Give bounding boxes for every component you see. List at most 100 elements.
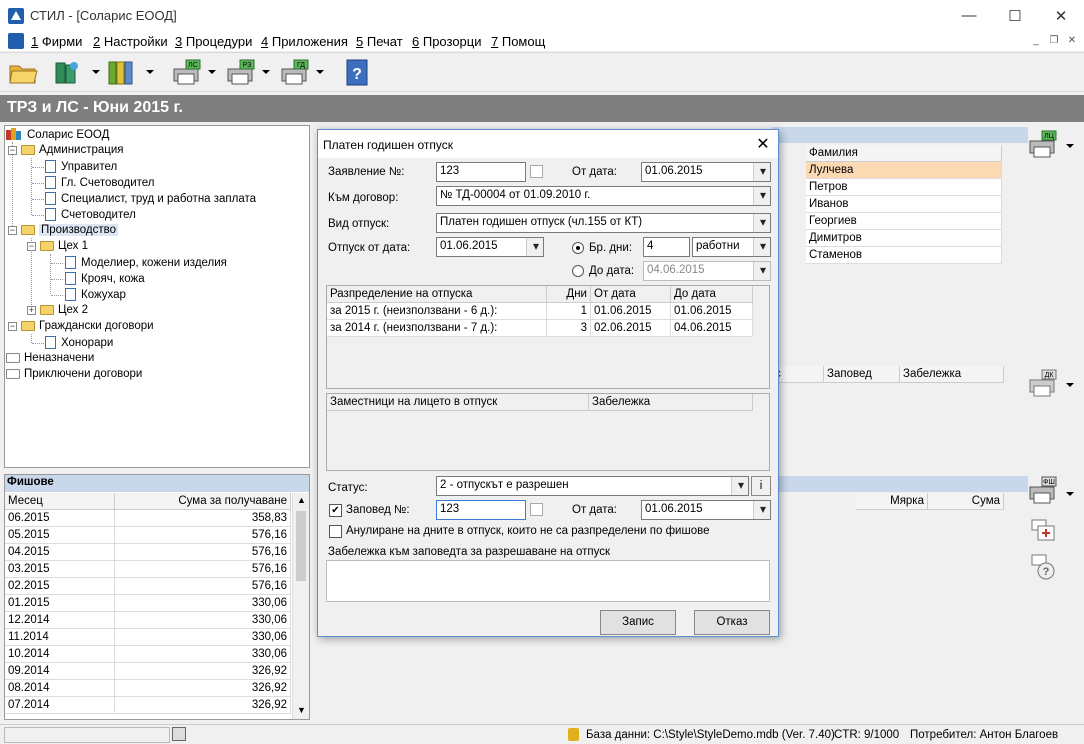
tree-node-shop-2[interactable]: + Цех 2 (27, 304, 88, 316)
application-number-field[interactable]: 123 (436, 162, 526, 182)
tree-node-accountant[interactable]: Счетоводител (45, 208, 136, 221)
mdi-app-icon[interactable] (8, 33, 24, 49)
menu-print[interactable]: 5 Печат (356, 34, 403, 49)
from-date-picker[interactable]: 01.06.2015 (641, 162, 771, 182)
print-ls-button[interactable]: ЛС (170, 57, 201, 87)
save-button[interactable]: Запис (600, 610, 676, 635)
order-number-field[interactable]: 123 (436, 500, 526, 520)
tree-node-unassigned[interactable]: Неназначени (6, 352, 94, 364)
print-dk-button[interactable]: ДК (1028, 368, 1060, 403)
print-fsh-button[interactable]: ФШ (1028, 475, 1060, 510)
column-header-lastname[interactable]: Фамилия (806, 145, 1002, 162)
payslip-month-cell[interactable]: 07.2014 (5, 697, 115, 714)
employee-lastname-cell[interactable]: Димитров (806, 230, 1002, 247)
to-date-picker[interactable]: 04.06.2015 (643, 261, 771, 281)
payslip-month-cell[interactable]: 01.2015 (5, 595, 115, 612)
menu-applications[interactable]: 4 Приложения (261, 34, 348, 49)
menu-help[interactable]: 7 Помощ (491, 34, 545, 49)
add-record-button[interactable] (1030, 518, 1058, 547)
tree-node-chief-accountant[interactable]: Гл. Счетоводител (45, 176, 155, 189)
distribution-from-cell[interactable]: 01.06.2015 (591, 303, 671, 320)
leave-type-select[interactable]: Платен годишен отпуск (чл.155 от КТ) (436, 213, 771, 233)
to-date-radio[interactable] (572, 265, 584, 277)
distribution-to-cell[interactable]: 04.06.2015 (671, 320, 753, 337)
payslip-sum-cell[interactable]: 576,16 (115, 527, 291, 544)
tree-node-fees[interactable]: Хонорари (45, 336, 113, 349)
employee-lastname-cell[interactable]: Иванов (806, 196, 1002, 213)
column-header-deputies[interactable]: Заместници на лицето в отпуск (327, 394, 589, 411)
payslip-month-cell[interactable]: 12.2014 (5, 612, 115, 629)
payslip-sum-cell[interactable]: 576,16 (115, 578, 291, 595)
chevron-down-icon[interactable] (1066, 492, 1074, 496)
tree-node-ended-contracts[interactable]: Приключени договори (6, 368, 142, 380)
chevron-down-icon[interactable] (262, 70, 270, 74)
payslip-sum-cell[interactable]: 576,16 (115, 544, 291, 561)
mdi-minimize-button[interactable]: _ (1028, 34, 1044, 48)
tree-node-civil-contracts[interactable]: − Граждански договори (8, 320, 154, 332)
status-info-button[interactable]: i (751, 476, 771, 496)
column-header-deputies-note[interactable]: Забележка (589, 394, 753, 411)
distribution-from-cell[interactable]: 02.06.2015 (591, 320, 671, 337)
minimize-button[interactable]: — (946, 0, 992, 31)
tree-node-shop-1[interactable]: − Цех 1 (27, 240, 88, 252)
distribution-period-cell[interactable]: за 2014 г. (неизползвани - 7 д.): (327, 320, 547, 337)
column-header-days[interactable]: Дни (547, 286, 591, 303)
order-aux-checkbox[interactable] (530, 503, 543, 516)
tree-node-company[interactable]: Соларис ЕООД (6, 128, 109, 141)
distribution-to-cell[interactable]: 01.06.2015 (671, 303, 753, 320)
tree-node-designer[interactable]: Моделиер, кожени изделия (65, 256, 227, 269)
days-type-select[interactable]: работни (692, 237, 771, 257)
tree-node-production[interactable]: − Производство (8, 224, 118, 236)
column-header-sum[interactable]: Сума за получаване (115, 493, 291, 510)
print-gd-button[interactable]: ГД (278, 57, 309, 87)
tree-node-manager[interactable]: Управител (45, 160, 117, 173)
order-checkbox[interactable]: ✔ (329, 504, 342, 517)
employee-lastname-cell[interactable]: Петров (806, 179, 1002, 196)
payslip-sum-cell[interactable]: 326,92 (115, 697, 291, 714)
menu-windows[interactable]: 6 Прозорци (412, 34, 482, 49)
employee-lastname-cell[interactable]: Георгиев (806, 213, 1002, 230)
dialog-close-button[interactable]: ✕ (752, 134, 774, 154)
menu-firms[interactable]: 1 Фирми (31, 34, 82, 49)
column-header-note[interactable]: Забележка (900, 366, 1004, 383)
payslip-sum-cell[interactable]: 330,06 (115, 646, 291, 663)
application-checkbox[interactable] (530, 165, 543, 178)
payslip-month-cell[interactable]: 03.2015 (5, 561, 115, 578)
distribution-days-cell[interactable]: 3 (547, 320, 591, 337)
maximize-button[interactable]: ☐ (992, 0, 1038, 31)
payslip-month-cell[interactable]: 09.2014 (5, 663, 115, 680)
status-select[interactable]: 2 - отпускът е разрешен (436, 476, 749, 496)
leave-from-date-picker[interactable]: 01.06.2015 (436, 237, 544, 257)
payslip-month-cell[interactable]: 02.2015 (5, 578, 115, 595)
chevron-down-icon[interactable] (1066, 383, 1074, 387)
close-button[interactable]: ✕ (1038, 0, 1084, 31)
column-header-pay-sum[interactable]: Сума (928, 493, 1004, 510)
help-record-button[interactable]: ? (1030, 553, 1058, 584)
chevron-down-icon[interactable] (92, 70, 100, 74)
distribution-period-cell[interactable]: за 2015 г. (неизползвани - 6 д.): (327, 303, 547, 320)
payslip-sum-cell[interactable]: 326,92 (115, 663, 291, 680)
mdi-close-button[interactable]: ✕ (1064, 34, 1080, 48)
column-header-distribution[interactable]: Разпределение на отпуска (327, 286, 547, 303)
open-folder-button[interactable] (8, 57, 38, 87)
payslip-month-cell[interactable]: 04.2015 (5, 544, 115, 561)
payslip-month-cell[interactable]: 05.2015 (5, 527, 115, 544)
column-header-dist-to[interactable]: До дата (671, 286, 753, 303)
contract-select[interactable]: № ТД-00004 от 01.09.2010 г. (436, 186, 771, 206)
payslip-sum-cell[interactable]: 330,06 (115, 612, 291, 629)
print-rz-button[interactable]: РЗ (224, 57, 255, 87)
column-header-month[interactable]: Месец (5, 493, 115, 510)
tree-node-cutter[interactable]: Крояч, кожа (65, 272, 145, 285)
distribution-days-cell[interactable]: 1 (547, 303, 591, 320)
annul-checkbox[interactable] (329, 525, 342, 538)
employees-button[interactable] (53, 57, 83, 87)
note-textarea[interactable] (326, 560, 770, 602)
chevron-down-icon[interactable] (208, 70, 216, 74)
scroll-thumb[interactable] (296, 511, 306, 581)
chevron-down-icon[interactable] (316, 70, 324, 74)
days-count-field[interactable]: 4 (643, 237, 690, 257)
payslip-month-cell[interactable]: 11.2014 (5, 629, 115, 646)
days-radio[interactable] (572, 242, 584, 254)
chevron-down-icon[interactable] (1066, 144, 1074, 148)
payslip-sum-cell[interactable]: 330,06 (115, 595, 291, 612)
